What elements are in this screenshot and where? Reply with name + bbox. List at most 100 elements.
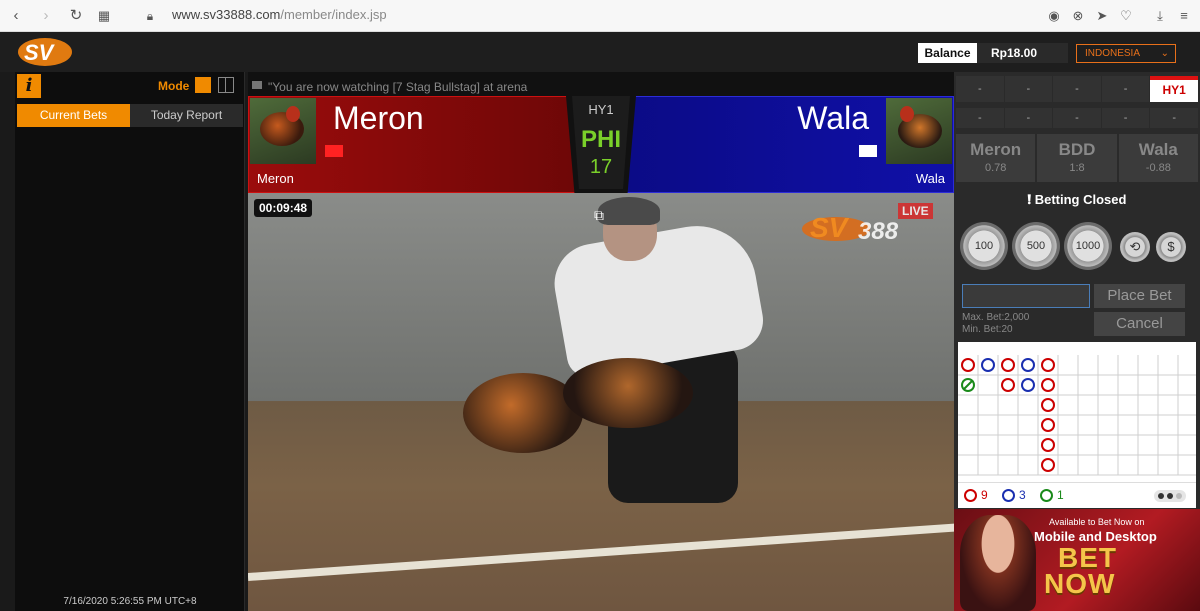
promo-banner[interactable]: Available to Bet Now on Mobile and Deskt… xyxy=(954,509,1200,611)
arena-slot[interactable]: - xyxy=(956,76,1004,102)
live-video[interactable]: 00:09:48 ⧉ SV 388 LIVE xyxy=(248,193,954,611)
tab-current-bets[interactable]: Current Bets xyxy=(17,104,130,127)
meron-panel: Meron Meron xyxy=(248,96,578,193)
sv-logo-icon[interactable]: SV xyxy=(16,36,74,68)
bets-tabs: Current Bets Today Report xyxy=(17,104,243,127)
arena-slot[interactable]: - xyxy=(1053,76,1101,102)
chip-clear-icon[interactable]: ⟲ xyxy=(1120,232,1150,262)
green-count: 1 xyxy=(1057,488,1064,502)
odd-bdd-button[interactable]: BDD 1:8 xyxy=(1037,134,1117,182)
place-bet-button[interactable]: Place Bet xyxy=(1094,284,1185,308)
meron-rooster-image xyxy=(250,98,316,164)
road-result-red xyxy=(1041,438,1055,452)
arena-slot-hy1[interactable]: HY1 xyxy=(1150,76,1198,102)
reload-icon[interactable]: ↻ xyxy=(66,6,86,26)
betting-panel: - - - - HY1 - - - - - Meron 0.78 BDD 1:8… xyxy=(954,72,1200,611)
watermark-sv: SV xyxy=(810,212,850,243)
odd-meron-button[interactable]: Meron 0.78 xyxy=(956,134,1036,182)
chip-100[interactable]: 100 xyxy=(960,222,1008,270)
min-bet-label: Min. Bet:20 xyxy=(962,324,1013,335)
language-value: INDONESIA xyxy=(1085,48,1141,59)
road-result-red xyxy=(1041,378,1055,392)
apps-grid-icon[interactable]: ▦ xyxy=(94,6,114,26)
meron-flag-icon xyxy=(325,145,343,157)
mode-single-button[interactable] xyxy=(195,77,211,93)
chip-500[interactable]: 500 xyxy=(1012,222,1060,270)
url-path: /member/index.jsp xyxy=(280,7,387,22)
event-code: HY1 xyxy=(588,102,614,117)
results-summary: 9 3 1 xyxy=(958,482,1196,508)
heart-icon[interactable]: ♡ xyxy=(1116,6,1136,26)
language-select[interactable]: INDONESIA ⌄ xyxy=(1076,44,1176,63)
cancel-button[interactable]: Cancel xyxy=(1094,312,1185,336)
menu-icon[interactable]: ≡ xyxy=(1174,6,1194,26)
event-number: 17 xyxy=(589,156,613,178)
arena-selector-row2: - - - - - xyxy=(956,108,1198,128)
arena-slot[interactable]: - xyxy=(1150,108,1198,128)
mode-split-button[interactable] xyxy=(218,77,234,93)
ticker-text: "You are now watching [7 Stag Bullstag] … xyxy=(268,80,528,94)
arena-slot[interactable]: - xyxy=(1004,108,1053,128)
odds-row: Meron 0.78 BDD 1:8 Wala -0.88 xyxy=(956,134,1198,182)
meron-title: Meron xyxy=(333,100,424,136)
send-icon[interactable]: ➤ xyxy=(1092,6,1112,26)
arena-slot[interactable]: - xyxy=(1053,108,1101,128)
arena-slot[interactable]: - xyxy=(956,108,1004,128)
event-status: PHI xyxy=(580,126,621,153)
odd-name: BDD xyxy=(1058,140,1096,159)
arena-slot[interactable]: - xyxy=(1004,76,1053,102)
url-domain: www.sv33888.com xyxy=(172,7,281,22)
forward-icon[interactable]: › xyxy=(36,6,56,26)
blue-count-icon xyxy=(1002,489,1015,502)
chip-selector: 100 500 1000 ⟲ $ xyxy=(960,218,1194,272)
block-icon[interactable]: ⊗ xyxy=(1068,6,1088,26)
back-icon[interactable]: ‹ xyxy=(6,6,26,26)
betting-status: ❗︎ Betting Closed xyxy=(954,192,1200,208)
road-result-blue xyxy=(1021,358,1035,372)
odd-value: 0.78 xyxy=(984,162,1007,174)
chip-custom-icon[interactable]: $ xyxy=(1156,232,1186,262)
bet-amount-input[interactable] xyxy=(962,284,1090,308)
video-timer: 00:09:48 xyxy=(254,199,313,217)
promo-cta-line2: NOW xyxy=(1044,568,1116,599)
download-icon[interactable]: ⤓ xyxy=(1150,6,1170,26)
chevron-down-icon: ⌄ xyxy=(1160,48,1169,59)
max-bet-label: Max. Bet:2,000 xyxy=(962,312,1030,323)
road-result-blue xyxy=(981,358,995,372)
browser-toolbar: ‹ › ↻ ▦ 🔒︎ www.sv33888.com/member/index.… xyxy=(0,0,1200,32)
chat-icon xyxy=(252,81,262,89)
arena-slot[interactable]: - xyxy=(1101,76,1150,102)
tab-today-report[interactable]: Today Report xyxy=(130,104,243,127)
wala-title: Wala xyxy=(797,100,869,136)
bets-panel: i Mode Current Bets Today Report 7/16/20… xyxy=(15,72,245,611)
odd-value: 1:8 xyxy=(1069,162,1085,174)
address-bar[interactable]: www.sv33888.com/member/index.jsp xyxy=(172,7,387,22)
odd-name: Wala xyxy=(1138,140,1178,159)
odd-wala-button[interactable]: Wala -0.88 xyxy=(1118,134,1198,182)
info-icon[interactable]: i xyxy=(17,74,41,98)
arena-slot[interactable]: - xyxy=(1101,108,1150,128)
promo-cta: BET NOW xyxy=(1044,544,1117,599)
red-count: 9 xyxy=(981,488,988,502)
betting-status-text: Betting Closed xyxy=(1034,192,1127,207)
wala-panel: Wala Wala xyxy=(624,96,954,193)
live-badge: LIVE xyxy=(898,203,933,219)
road-result-blue xyxy=(1021,378,1035,392)
odd-value: -0.88 xyxy=(1145,162,1171,174)
meron-subtitle: Meron xyxy=(257,171,294,186)
scoreboard: Meron Meron Wala Wala HY1 PHI 17 xyxy=(248,96,954,193)
main-stage: "You are now watching [7 Stag Bullstag] … xyxy=(248,72,954,611)
chip-1000[interactable]: 1000 xyxy=(1064,222,1112,270)
camera-icon[interactable]: ◉ xyxy=(1044,6,1064,26)
red-count-icon xyxy=(964,489,977,502)
lock-icon: 🔒︎ xyxy=(146,9,154,23)
svg-text:SV: SV xyxy=(24,40,56,65)
road-result-red xyxy=(1041,358,1055,372)
road-result-red xyxy=(1041,418,1055,432)
popout-icon[interactable]: ⧉ xyxy=(594,207,610,223)
clock: 7/16/2020 5:26:55 PM UTC+8 xyxy=(63,596,197,607)
promo-line1: Available to Bet Now on xyxy=(1049,517,1145,527)
road-result-red xyxy=(1001,358,1015,372)
road-result-red xyxy=(961,358,975,372)
wala-subtitle: Wala xyxy=(915,171,945,186)
